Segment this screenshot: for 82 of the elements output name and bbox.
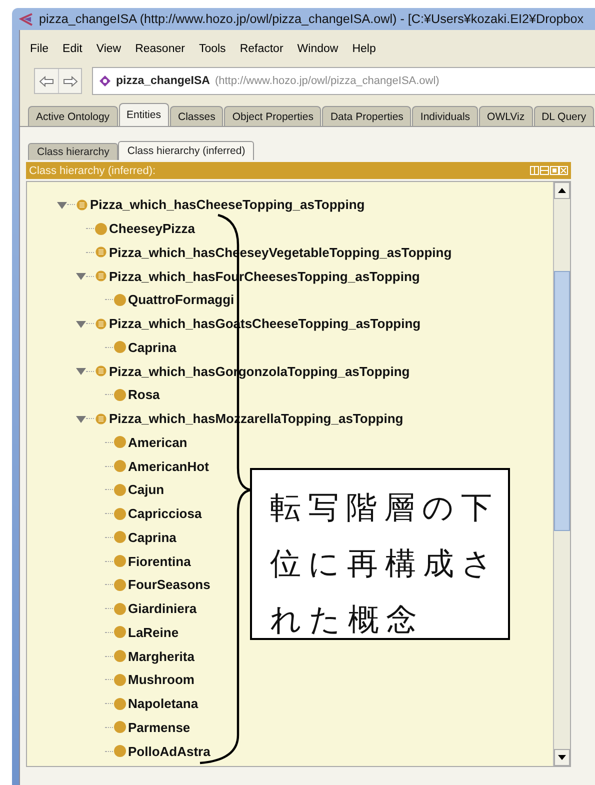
tab[interactable]: DL Query — [534, 106, 594, 126]
expand-triangle-icon[interactable] — [57, 200, 67, 210]
class-icon — [114, 388, 126, 401]
class-name[interactable]: Caprina — [128, 340, 176, 355]
class-icon — [114, 626, 126, 638]
tab[interactable]: Entities — [118, 103, 169, 126]
class-icon — [114, 650, 126, 662]
tab[interactable]: Data Properties — [322, 106, 412, 126]
menu-item[interactable]: Reasoner — [129, 43, 193, 55]
menu-item[interactable]: Window — [291, 43, 346, 55]
class-name[interactable]: PolloAdAstra — [128, 744, 210, 759]
scroll-up-button[interactable] — [554, 182, 570, 199]
class-icon — [114, 341, 126, 354]
scroll-thumb[interactable] — [554, 271, 570, 531]
class-icon — [114, 436, 126, 448]
class-icon — [114, 508, 126, 520]
defined-class-icon — [95, 270, 107, 282]
class-name[interactable]: Rosa — [128, 387, 160, 402]
scrollbar[interactable] — [553, 182, 570, 766]
defined-class-icon — [95, 412, 107, 425]
class-name[interactable]: Margherita — [128, 648, 194, 664]
defined-class-icon — [95, 318, 107, 330]
scroll-down-button[interactable] — [554, 749, 570, 766]
class-icon — [114, 531, 126, 544]
class-name[interactable]: Napoletana — [128, 696, 198, 712]
menu-item[interactable]: View — [90, 43, 130, 55]
class-name[interactable]: Giardiniera — [128, 601, 197, 616]
expand-triangle-icon[interactable] — [76, 271, 86, 282]
menu-item[interactable]: Edit — [56, 43, 90, 55]
class-icon — [114, 698, 126, 710]
defined-class-icon — [95, 365, 107, 378]
app-logo-icon — [19, 12, 33, 26]
class-name[interactable]: LaReine — [128, 624, 179, 640]
ontology-diamond-icon — [99, 75, 111, 87]
tab[interactable]: Object Properties — [224, 106, 322, 126]
class-icon — [114, 578, 126, 591]
menu-item[interactable]: File — [24, 43, 57, 55]
class-name[interactable]: Cajun — [128, 482, 164, 498]
expand-triangle-icon[interactable] — [76, 414, 86, 424]
class-icon — [114, 674, 126, 686]
view-tab[interactable]: Class hierarchy — [28, 143, 118, 160]
forward-button[interactable] — [58, 69, 81, 93]
back-arrow-icon — [39, 76, 54, 86]
class-name[interactable]: Mushroom — [128, 672, 194, 688]
class-icon — [114, 602, 126, 615]
panel-title: Class hierarchy (inferred): — [29, 164, 156, 176]
class-name[interactable]: Caprina — [128, 530, 176, 545]
expand-triangle-icon[interactable] — [76, 318, 86, 329]
class-icon — [114, 555, 126, 568]
tab[interactable]: Active Ontology — [28, 106, 118, 126]
tab[interactable]: Individuals — [412, 106, 478, 126]
class-icon — [114, 721, 126, 734]
menu-item[interactable]: Refactor — [234, 43, 292, 55]
menu-item[interactable]: Tools — [192, 43, 234, 55]
expand-triangle-icon[interactable] — [76, 366, 86, 376]
class-name[interactable]: FourSeasons — [128, 577, 210, 592]
class-icon — [114, 460, 126, 472]
class-name[interactable]: AmericanHot — [128, 458, 209, 474]
down-arrow-icon — [558, 755, 566, 760]
class-icon — [114, 294, 126, 306]
class-name[interactable]: Capricciosa — [128, 506, 202, 522]
class-icon — [95, 222, 107, 235]
tab[interactable]: Classes — [170, 106, 224, 126]
panel-controls-icon[interactable] — [530, 166, 568, 176]
defined-class-icon — [95, 246, 107, 258]
forward-arrow-icon — [62, 76, 78, 86]
class-name[interactable]: Parmense — [128, 720, 190, 735]
up-arrow-icon — [558, 188, 566, 193]
class-name[interactable]: Pizza_which_hasCheeseTopping_asTopping — [90, 197, 365, 212]
class-name[interactable]: QuattroFormaggi — [128, 292, 234, 308]
window-title: pizza_changeISA (http://www.hozo.jp/owl/pizza_changeISA.owl) - [C:¥Users¥kozaki.EI2¥Dropbox — [39, 12, 584, 26]
view-tab[interactable]: Class hierarchy (inferred) — [118, 141, 254, 160]
defined-class-icon — [76, 198, 88, 211]
menu-item[interactable]: Help — [346, 43, 384, 55]
class-icon — [114, 745, 126, 758]
ontology-address-field[interactable]: pizza_changeISA (http://www.hozo.jp/owl/pizza_changeISA.owl) — [92, 67, 595, 95]
class-name[interactable]: Fiorentina — [128, 554, 191, 569]
annotation-text: 転写階層の下位に再構成された概念 — [250, 468, 510, 640]
class-name[interactable]: American — [128, 434, 188, 450]
class-icon — [114, 484, 126, 496]
tab[interactable]: OWLViz — [479, 106, 533, 126]
class-name[interactable]: CheeseyPizza — [109, 221, 195, 236]
